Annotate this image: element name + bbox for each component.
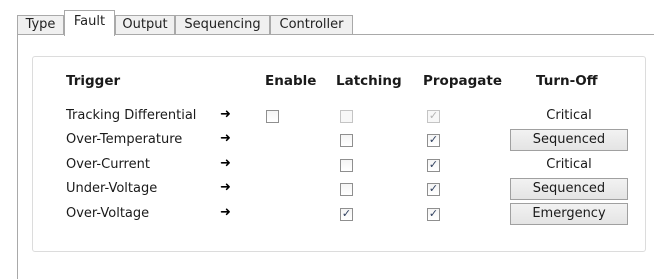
tab-fault[interactable]: Fault [64,10,115,36]
check-icon: ✓ [341,207,352,220]
arrow-right-icon: ➜ [220,156,231,171]
trigger-label: Over-Current [66,157,150,172]
trigger-label: Over-Temperature [66,132,183,147]
propagate-checkbox[interactable]: ✓ [427,207,440,221]
check-icon: ✓ [428,133,439,146]
header-trigger: Trigger [66,73,121,89]
header-latching: Latching [336,73,402,89]
arrow-right-icon: ➜ [220,107,231,122]
arrow-right-icon: ➜ [220,131,231,146]
tab-strip: Type Fault Output Sequencing Controller [17,10,647,36]
propagate-checkbox[interactable]: ✓ [427,133,440,147]
check-icon: ✓ [428,158,439,171]
latching-checkbox[interactable] [340,159,353,172]
arrow-right-icon: ➜ [220,205,231,220]
header-propagate: Propagate [423,73,502,89]
arrow-right-icon: ➜ [220,180,231,195]
turn-off-button[interactable]: Emergency [510,203,628,225]
tab-label: Output [122,17,168,32]
tab-label: Type [25,17,56,32]
latching-checkbox[interactable]: ✓ [340,207,353,221]
turn-off-label: Critical [546,157,592,172]
check-icon: ✓ [428,207,439,220]
trigger-label: Tracking Differential [66,108,197,123]
propagate-checkbox[interactable]: ✓ [427,182,440,196]
tab-output[interactable]: Output [115,15,175,35]
header-enable: Enable [265,73,317,89]
turn-off-button[interactable]: Sequenced [510,178,628,200]
turn-off-button[interactable]: Sequenced [510,129,628,151]
enable-checkbox[interactable] [266,110,279,123]
turn-off-label: Critical [546,108,592,123]
propagate-checkbox: ✓ [427,109,440,123]
latching-checkbox[interactable] [340,183,353,196]
tab-label: Fault [73,14,106,29]
trigger-label: Under-Voltage [66,181,158,196]
tab-label: Sequencing [184,17,261,32]
latching-checkbox[interactable] [340,134,353,147]
tab-controller[interactable]: Controller [270,15,353,35]
check-icon: ✓ [428,109,439,122]
header-turn-off: Turn-Off [536,73,598,89]
propagate-checkbox[interactable]: ✓ [427,158,440,172]
latching-checkbox [340,110,353,123]
check-icon: ✓ [428,182,439,195]
trigger-label: Over-Voltage [66,206,150,221]
tab-label: Controller [279,17,344,32]
tab-sequencing[interactable]: Sequencing [175,15,270,35]
tab-type[interactable]: Type [17,15,64,35]
